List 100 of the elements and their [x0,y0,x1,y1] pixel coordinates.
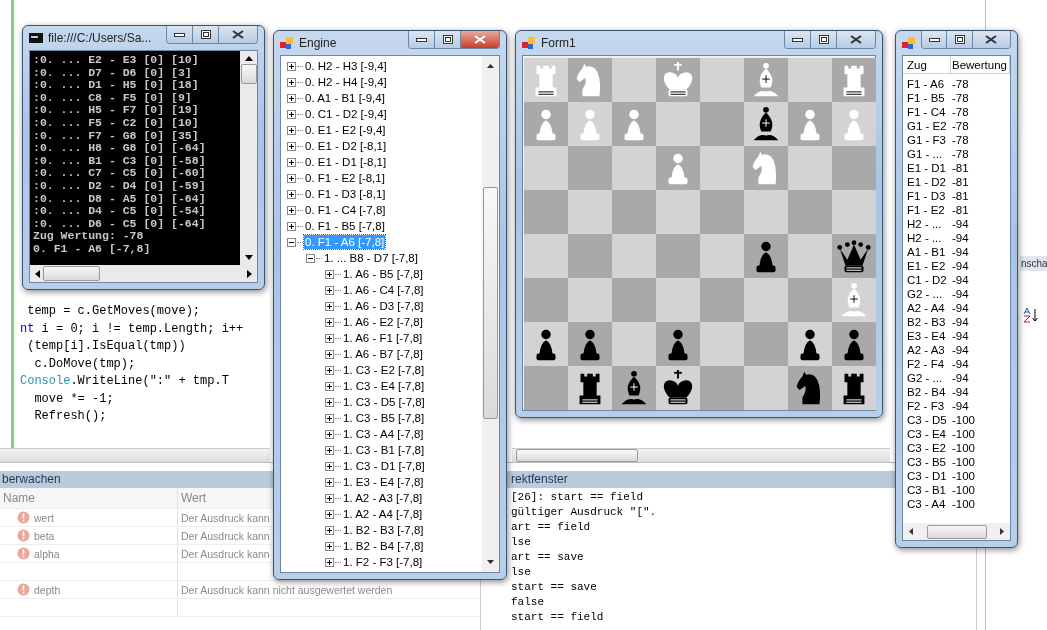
tree-item[interactable]: 1. A2 - A4 [-7,8] [342,507,424,521]
expand-icon[interactable] [325,397,334,407]
tree-item[interactable]: 1. ... B8 - D7 [-7,8] [323,251,419,265]
maximize-button[interactable] [947,31,973,48]
expand-icon[interactable] [287,221,296,231]
sort-icon[interactable] [1022,307,1040,323]
tree-item[interactable]: 1. C3 - D1 [-7,8] [342,459,426,473]
expand-icon[interactable] [287,109,296,119]
tree-item[interactable]: 0. E1 - E2 [-9,4] [304,123,387,137]
scrollbar-thumb[interactable] [240,64,257,84]
expand-icon[interactable] [325,461,334,471]
scrollbar-thumb[interactable] [43,266,100,281]
tree-item[interactable]: 1. E3 - E4 [-7,8] [342,475,425,489]
expand-icon[interactable] [325,285,334,295]
expand-icon[interactable] [287,205,296,215]
scrollbar-thumb[interactable] [483,187,498,419]
tree-item[interactable]: 0. A1 - B1 [-9,4] [304,91,386,105]
minimize-button[interactable] [785,31,811,48]
maximize-button[interactable] [811,31,837,48]
horizontal-scrollbar[interactable] [512,448,890,462]
expand-icon[interactable] [325,429,334,439]
tree-item[interactable]: 0. E1 - D1 [-8,1] [304,155,388,169]
expand-icon[interactable] [325,317,334,327]
expand-icon[interactable] [325,541,334,551]
tree-item[interactable]: 1. A2 - A3 [-7,8] [342,491,424,505]
close-button[interactable] [972,31,1010,48]
expand-icon[interactable] [325,557,334,567]
tree-item[interactable]: 0. F1 - D3 [-8,1] [304,187,387,201]
scrollbar-track[interactable] [0,448,270,462]
expand-icon[interactable] [287,141,296,151]
close-button[interactable] [837,31,875,48]
scrollbar-thumb[interactable] [926,524,987,539]
tree-item[interactable]: 1. B2 - B3 [-7,8] [342,523,425,537]
tree-item[interactable]: 0. F1 - E2 [-8,1] [304,171,386,185]
expand-icon[interactable] [325,365,334,375]
tree-item[interactable]: 0. E1 - D2 [-8,1] [304,139,388,153]
tree-item[interactable]: 1. A6 - E2 [-7,8] [342,315,424,329]
tree-item[interactable]: 1. A6 - F1 [-7,8] [342,331,424,345]
expand-icon[interactable] [287,189,296,199]
expand-icon[interactable] [325,381,334,391]
expand-icon[interactable] [325,525,334,535]
minimize-button[interactable] [409,31,435,48]
close-button[interactable] [219,26,257,43]
horizontal-scrollbar[interactable] [903,523,1010,540]
maximize-button[interactable] [435,31,461,48]
expand-icon[interactable] [325,301,334,311]
collapse-icon[interactable] [287,237,296,247]
console-line: :0. ... D4 - C5 [0] [-54] [33,205,207,218]
error-icon [17,583,30,596]
tree-item[interactable]: 1. C3 - B1 [-7,8] [342,443,426,457]
score-cell-text: -100 [951,442,977,454]
minimize-icon [416,37,427,42]
vertical-scrollbar[interactable] [482,56,499,572]
console-line: :0. ... D1 - H5 [0] [18] [33,79,200,92]
tree-item[interactable]: 1. F2 - F3 [-7,8] [342,555,424,569]
tree-item[interactable]: 1. B2 - B4 [-7,8] [342,539,425,553]
scrollbar-thumb[interactable] [516,449,638,462]
tree-item[interactable]: 1. C3 - E4 [-7,8] [342,379,426,393]
tree-item[interactable]: 0. H2 - H4 [-9,4] [304,75,388,89]
tree-item[interactable]: 0. C1 - D2 [-9,4] [304,107,388,121]
panel-tab[interactable]: nscha [1020,256,1047,271]
expand-icon[interactable] [287,173,296,183]
tree-item[interactable]: 1. C3 - E2 [-7,8] [342,363,426,377]
tree-item[interactable]: 0. F1 - B5 [-7,8] [304,219,386,233]
tree-item[interactable]: 1. A6 - B5 [-7,8] [342,267,424,281]
vertical-scrollbar[interactable] [240,51,257,265]
tree-item[interactable]: 1. A6 - B7 [-7,8] [342,347,424,361]
expand-icon[interactable] [325,445,334,455]
expand-icon[interactable] [325,349,334,359]
tree-item[interactable]: 0. H2 - H3 [-9,4] [304,59,388,73]
score-cell-text: -94 [951,246,970,258]
tree-item[interactable]: 1. C3 - B5 [-7,8] [342,411,426,425]
maximize-button[interactable] [193,26,219,43]
tree-item[interactable]: 0. F1 - C4 [-7,8] [304,203,387,217]
expand-icon[interactable] [325,413,334,423]
expand-icon[interactable] [287,61,296,71]
tree-item[interactable]: 1. C3 - A4 [-7,8] [342,427,425,441]
column-header[interactable]: Bewertung [951,56,1010,73]
score-cell-text: -78 [951,148,970,160]
expand-icon[interactable] [325,477,334,487]
expand-icon[interactable] [287,77,296,87]
expand-icon[interactable] [325,333,334,343]
tree-item[interactable]: 1. A6 - D3 [-7,8] [342,299,425,313]
expand-icon[interactable] [325,493,334,503]
expand-icon[interactable] [287,125,296,135]
expand-icon[interactable] [287,93,296,103]
move-cell-text: C3 - B5 [906,456,947,468]
score-cell-text: -94 [951,260,970,272]
collapse-icon[interactable] [306,253,315,263]
expand-icon[interactable] [325,509,334,519]
close-button[interactable] [461,31,499,48]
minimize-button[interactable] [167,26,193,43]
expand-icon[interactable] [325,269,334,279]
minimize-button[interactable] [922,31,948,48]
expand-icon[interactable] [287,157,296,167]
horizontal-scrollbar[interactable] [30,265,257,282]
tree-item[interactable]: 1. A6 - C4 [-7,8] [342,283,425,297]
column-header[interactable]: Zug [903,56,951,73]
watch-name: beta [34,529,55,542]
tree-item[interactable]: 1. C3 - D5 [-7,8] [342,395,426,409]
